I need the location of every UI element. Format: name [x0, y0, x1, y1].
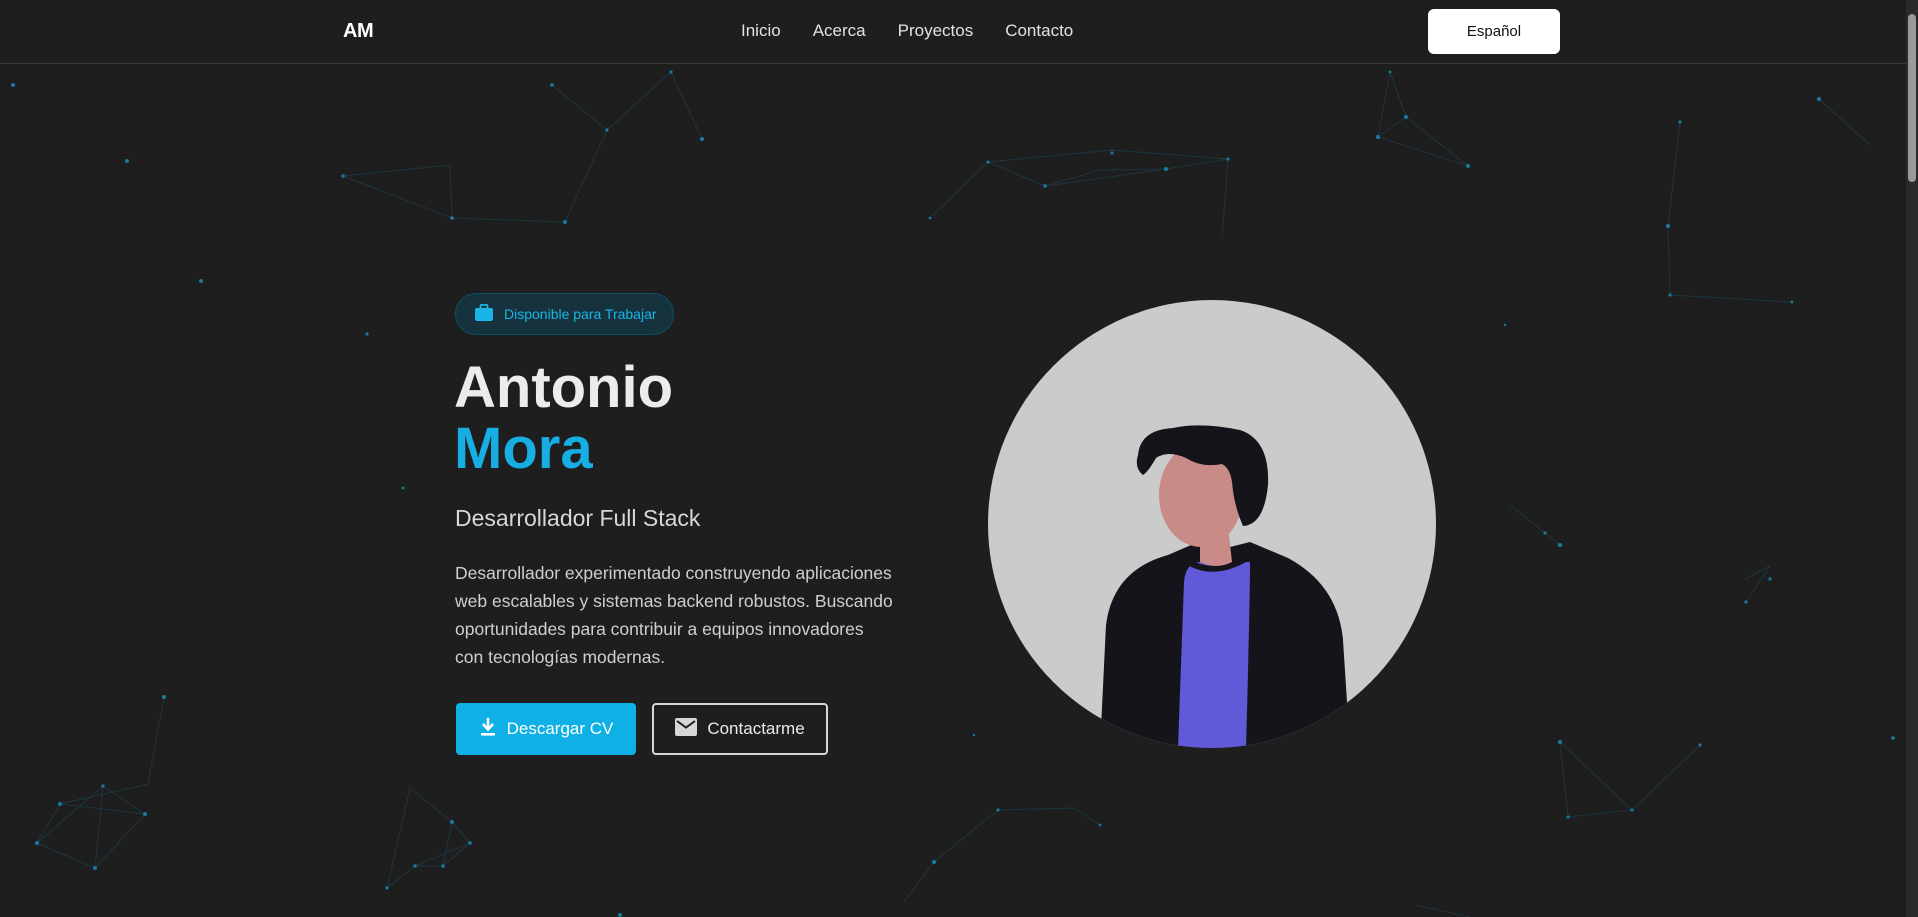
nav-link-acerca[interactable]: Acerca: [813, 21, 866, 41]
contact-me-button[interactable]: Contactarme: [652, 703, 828, 755]
top-navbar: AM Inicio Acerca Proyectos Contacto Espa…: [0, 0, 1906, 64]
avatar-illustration: [1100, 425, 1350, 748]
contact-me-label: Contactarme: [707, 719, 805, 738]
last-name-heading: Mora: [454, 416, 593, 481]
download-cv-button[interactable]: Descargar CV: [456, 703, 636, 755]
nav-links: Inicio Acerca Proyectos Contacto: [741, 21, 1073, 41]
nav-link-inicio[interactable]: Inicio: [741, 21, 781, 41]
briefcase-icon: [474, 303, 494, 325]
particle-network-background: [11, 70, 1895, 917]
availability-badge-label: Disponible para Trabajar: [504, 306, 657, 322]
scrollbar[interactable]: [1906, 0, 1918, 917]
nav-link-proyectos[interactable]: Proyectos: [898, 21, 974, 41]
bio-text: Desarrollador experimentado construyendo…: [455, 563, 893, 667]
scrollbar-thumb[interactable]: [1908, 14, 1916, 182]
logo[interactable]: AM: [343, 20, 374, 43]
first-name-heading: Antonio: [454, 355, 674, 420]
language-button[interactable]: Español: [1428, 9, 1560, 54]
role-title: Desarrollador Full Stack: [455, 505, 701, 531]
nav-link-contacto[interactable]: Contacto: [1005, 21, 1073, 41]
profile-avatar: [988, 300, 1436, 748]
download-cv-label: Descargar CV: [506, 719, 614, 738]
download-icon: [479, 717, 497, 742]
mail-icon: [675, 717, 698, 741]
availability-badge: Disponible para Trabajar: [455, 293, 674, 335]
